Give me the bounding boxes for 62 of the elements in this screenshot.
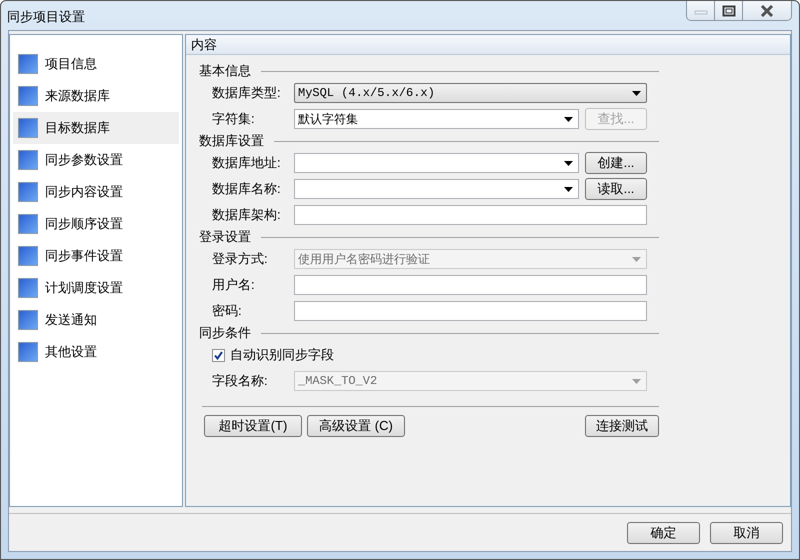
test-connection-button[interactable]: 连接测试 bbox=[585, 415, 659, 437]
dropdown-arrow-icon bbox=[632, 378, 641, 384]
square-tile-icon bbox=[18, 246, 38, 266]
settings-button[interactable]: 超时设置(T) bbox=[204, 415, 302, 437]
dropdown-arrow-icon bbox=[632, 256, 641, 262]
square-tile-icon bbox=[18, 214, 38, 234]
square-tile-icon bbox=[18, 182, 38, 202]
field-label: 数据库类型: bbox=[212, 84, 282, 102]
sidebar-item[interactable]: 发送通知 bbox=[13, 304, 179, 336]
field-label: 密码: bbox=[212, 302, 243, 320]
field-label: 登录方式: bbox=[212, 250, 269, 268]
dropdown-arrow-icon bbox=[632, 90, 641, 96]
dropdown-field[interactable]: MySQL (4.x/5.x/6.x) bbox=[294, 83, 647, 103]
sidebar-item[interactable]: 同步顺序设置 bbox=[13, 208, 179, 240]
square-tile-icon bbox=[18, 150, 38, 170]
checkbox[interactable] bbox=[212, 348, 225, 362]
text-input-field[interactable] bbox=[294, 275, 647, 295]
field-label: 数据库地址: bbox=[212, 154, 282, 172]
sidebar-item[interactable]: 项目信息 bbox=[13, 48, 179, 80]
sidebar-item[interactable]: 同步内容设置 bbox=[13, 176, 179, 208]
dropdown-field[interactable] bbox=[294, 179, 579, 199]
sidebar-item[interactable]: 计划调度设置 bbox=[13, 272, 179, 304]
section-title: 数据库设置 bbox=[199, 132, 264, 150]
field-label: 字段名称: bbox=[212, 372, 269, 390]
square-tile-icon bbox=[18, 342, 38, 362]
text-input-field[interactable] bbox=[294, 301, 647, 321]
maximize-button[interactable] bbox=[715, 1, 743, 20]
window-title: 同步项目设置 bbox=[7, 8, 85, 26]
field-button[interactable]: 创建... bbox=[585, 152, 647, 174]
dialog-button[interactable]: 取消 bbox=[710, 522, 783, 544]
maximize-icon bbox=[722, 4, 736, 16]
field-label: 数据库名称: bbox=[212, 180, 282, 198]
field-label: 数据库架构: bbox=[212, 206, 282, 224]
dialog-button[interactable]: 确定 bbox=[627, 522, 700, 544]
field-label: 用户名: bbox=[212, 276, 256, 294]
sidebar-item[interactable]: 来源数据库 bbox=[13, 80, 179, 112]
dropdown-arrow-icon bbox=[564, 186, 573, 192]
field-button[interactable]: 读取... bbox=[585, 178, 647, 200]
text-input-field[interactable] bbox=[294, 205, 647, 225]
sidebar-item[interactable]: 目标数据库 bbox=[13, 112, 179, 144]
square-tile-icon bbox=[18, 118, 38, 138]
check-icon bbox=[213, 350, 224, 360]
square-tile-icon bbox=[18, 86, 38, 106]
section-title: 基本信息 bbox=[199, 62, 251, 80]
close-button[interactable] bbox=[743, 1, 791, 20]
section-title: 登录设置 bbox=[199, 228, 251, 246]
panel-header: 内容 bbox=[186, 35, 790, 55]
sidebar-item[interactable]: 同步参数设置 bbox=[13, 144, 179, 176]
close-icon bbox=[760, 4, 774, 16]
square-tile-icon bbox=[18, 310, 38, 330]
square-tile-icon bbox=[18, 278, 38, 298]
dropdown-field[interactable] bbox=[294, 153, 579, 173]
dropdown-field[interactable]: 默认字符集 bbox=[294, 109, 579, 129]
checkbox-label[interactable]: 自动识别同步字段 bbox=[230, 346, 334, 364]
section-title: 同步条件 bbox=[199, 324, 251, 342]
settings-button[interactable]: 高级设置 (C) bbox=[307, 415, 405, 437]
dropdown-arrow-icon bbox=[564, 160, 573, 166]
square-tile-icon bbox=[18, 54, 38, 74]
sidebar-item[interactable]: 同步事件设置 bbox=[13, 240, 179, 272]
dropdown-arrow-icon bbox=[564, 116, 573, 122]
field-label: 字符集: bbox=[212, 110, 256, 128]
sidebar-item[interactable]: 其他设置 bbox=[13, 336, 179, 368]
